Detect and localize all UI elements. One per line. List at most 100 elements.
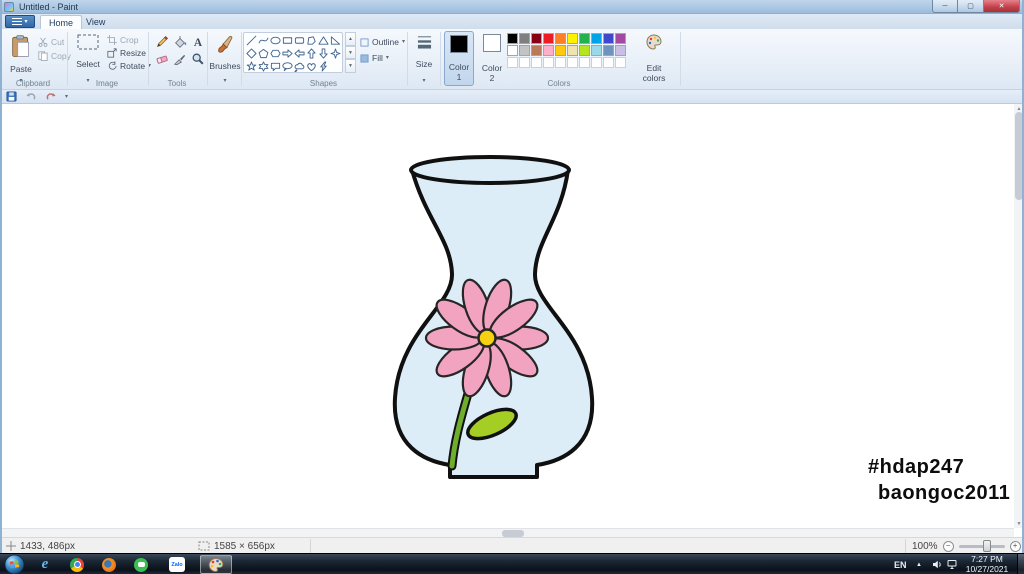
- taskbar-internet-explorer-button[interactable]: e: [30, 555, 60, 574]
- tool-pencil[interactable]: [153, 34, 170, 50]
- taskbar-firefox-button[interactable]: [94, 555, 124, 574]
- crop-button[interactable]: Crop: [107, 34, 138, 46]
- shape-fill-dropdown[interactable]: Fill ▾: [360, 52, 389, 64]
- zoom-in-button[interactable]: +: [1009, 540, 1021, 552]
- palette-empty-swatch[interactable]: [543, 57, 554, 68]
- palette-empty-swatch[interactable]: [519, 57, 530, 68]
- palette-color-swatch[interactable]: [579, 33, 590, 44]
- shape-pentagon[interactable]: [257, 47, 269, 60]
- shape-heart[interactable]: [305, 60, 317, 73]
- shape-diamond[interactable]: [245, 47, 257, 60]
- palette-color-swatch[interactable]: [555, 45, 566, 56]
- tray-network-button[interactable]: [947, 554, 958, 574]
- file-menu-button[interactable]: ▾: [5, 15, 35, 28]
- taskbar-chat-app-button[interactable]: [126, 555, 156, 574]
- palette-color-swatch[interactable]: [603, 45, 614, 56]
- shape-outline-dropdown[interactable]: Outline ▾: [360, 36, 405, 48]
- tool-magnifier[interactable]: [189, 51, 206, 67]
- vertical-scrollbar[interactable]: ▲ ▼: [1014, 104, 1024, 528]
- shapes-scroll-up-button[interactable]: ▲: [345, 32, 356, 46]
- tool-fill-with-color[interactable]: [171, 34, 188, 50]
- zoom-out-button[interactable]: −: [942, 540, 954, 552]
- start-button[interactable]: [4, 554, 25, 574]
- tab-home[interactable]: Home: [40, 15, 83, 29]
- taskbar-chrome-button[interactable]: [62, 555, 92, 574]
- tray-clock[interactable]: 7:27 PM 10/27/2021: [960, 554, 1014, 574]
- cut-button[interactable]: Cut: [38, 36, 64, 48]
- drawing-canvas[interactable]: #hdap247 baongoc2011: [0, 104, 1014, 528]
- copy-button[interactable]: Copy: [38, 50, 71, 62]
- shape-five-point-star[interactable]: [245, 60, 257, 73]
- taskbar-paint-button[interactable]: [200, 555, 232, 574]
- save-button[interactable]: [6, 91, 17, 102]
- palette-color-swatch[interactable]: [567, 33, 578, 44]
- palette-color-swatch[interactable]: [507, 45, 518, 56]
- shape-oval-callout[interactable]: [281, 60, 293, 73]
- shape-right-triangle[interactable]: [329, 34, 341, 47]
- palette-color-swatch[interactable]: [531, 33, 542, 44]
- shapes-gallery-expand-button[interactable]: ▼: [345, 59, 356, 74]
- zoom-slider-thumb[interactable]: [982, 539, 991, 552]
- shape-rounded-rectangle[interactable]: [293, 34, 305, 47]
- maximize-button[interactable]: ▢: [958, 0, 984, 13]
- horizontal-scrollbar[interactable]: [0, 528, 1014, 537]
- shape-curve[interactable]: [257, 34, 269, 47]
- shape-six-point-star[interactable]: [257, 60, 269, 73]
- show-desktop-button[interactable]: [1017, 554, 1024, 574]
- palette-empty-swatch[interactable]: [531, 57, 542, 68]
- palette-color-swatch[interactable]: [567, 45, 578, 56]
- palette-color-swatch[interactable]: [519, 33, 530, 44]
- palette-empty-swatch[interactable]: [567, 57, 578, 68]
- tray-volume-button[interactable]: [932, 554, 943, 574]
- palette-color-swatch[interactable]: [555, 33, 566, 44]
- shape-triangle[interactable]: [317, 34, 329, 47]
- shapes-scroll-down-button[interactable]: ▼: [345, 45, 356, 60]
- scroll-down-arrow-icon[interactable]: ▼: [1014, 519, 1024, 528]
- palette-color-swatch[interactable]: [591, 33, 602, 44]
- show-hidden-icons-button[interactable]: ▲: [916, 554, 922, 574]
- palette-empty-swatch[interactable]: [507, 57, 518, 68]
- tool-color-picker[interactable]: [171, 51, 188, 67]
- palette-color-swatch[interactable]: [579, 45, 590, 56]
- palette-color-swatch[interactable]: [591, 45, 602, 56]
- palette-empty-swatch[interactable]: [615, 57, 626, 68]
- brushes-button[interactable]: Brushes ▾: [209, 31, 241, 86]
- shape-hexagon[interactable]: [269, 47, 281, 60]
- minimize-button[interactable]: ─: [932, 0, 958, 13]
- select-button[interactable]: Select ▾: [72, 31, 104, 86]
- shape-arrow-down[interactable]: [317, 47, 329, 60]
- shape-rectangular-callout[interactable]: [269, 60, 281, 73]
- shape-line[interactable]: [245, 34, 257, 47]
- taskbar-zalo-button[interactable]: Zalo: [160, 555, 194, 574]
- palette-color-swatch[interactable]: [543, 45, 554, 56]
- qat-customize-button[interactable]: ▾: [65, 94, 68, 100]
- shape-polygon[interactable]: [305, 34, 317, 47]
- shape-lightning[interactable]: [317, 60, 329, 73]
- size-button[interactable]: Size ▾: [410, 31, 438, 86]
- color2-button[interactable]: Color 2: [477, 31, 507, 86]
- palette-empty-swatch[interactable]: [579, 57, 590, 68]
- shape-arrow-right[interactable]: [281, 47, 293, 60]
- palette-empty-swatch[interactable]: [555, 57, 566, 68]
- palette-color-swatch[interactable]: [543, 33, 554, 44]
- palette-empty-swatch[interactable]: [603, 57, 614, 68]
- palette-color-swatch[interactable]: [603, 33, 614, 44]
- color1-button[interactable]: Color 1: [444, 31, 474, 86]
- horizontal-scroll-thumb[interactable]: [502, 530, 524, 537]
- rotate-button[interactable]: Rotate ▾: [107, 60, 151, 72]
- paste-button[interactable]: Paste ▾: [6, 31, 36, 86]
- edit-colors-button[interactable]: Edit colors: [634, 31, 674, 86]
- palette-empty-swatch[interactable]: [591, 57, 602, 68]
- vertical-scroll-thumb[interactable]: [1015, 112, 1023, 200]
- zoom-slider[interactable]: [958, 539, 1005, 552]
- tool-text[interactable]: A: [189, 34, 206, 50]
- redo-button[interactable]: [45, 91, 57, 102]
- tool-eraser[interactable]: [153, 51, 170, 67]
- palette-color-swatch[interactable]: [615, 33, 626, 44]
- palette-color-swatch[interactable]: [507, 33, 518, 44]
- resize-button[interactable]: Resize: [107, 47, 146, 59]
- tab-view[interactable]: View: [78, 15, 113, 29]
- shape-arrow-left[interactable]: [293, 47, 305, 60]
- shape-oval[interactable]: [269, 34, 281, 47]
- shape-cloud-callout[interactable]: [293, 60, 305, 73]
